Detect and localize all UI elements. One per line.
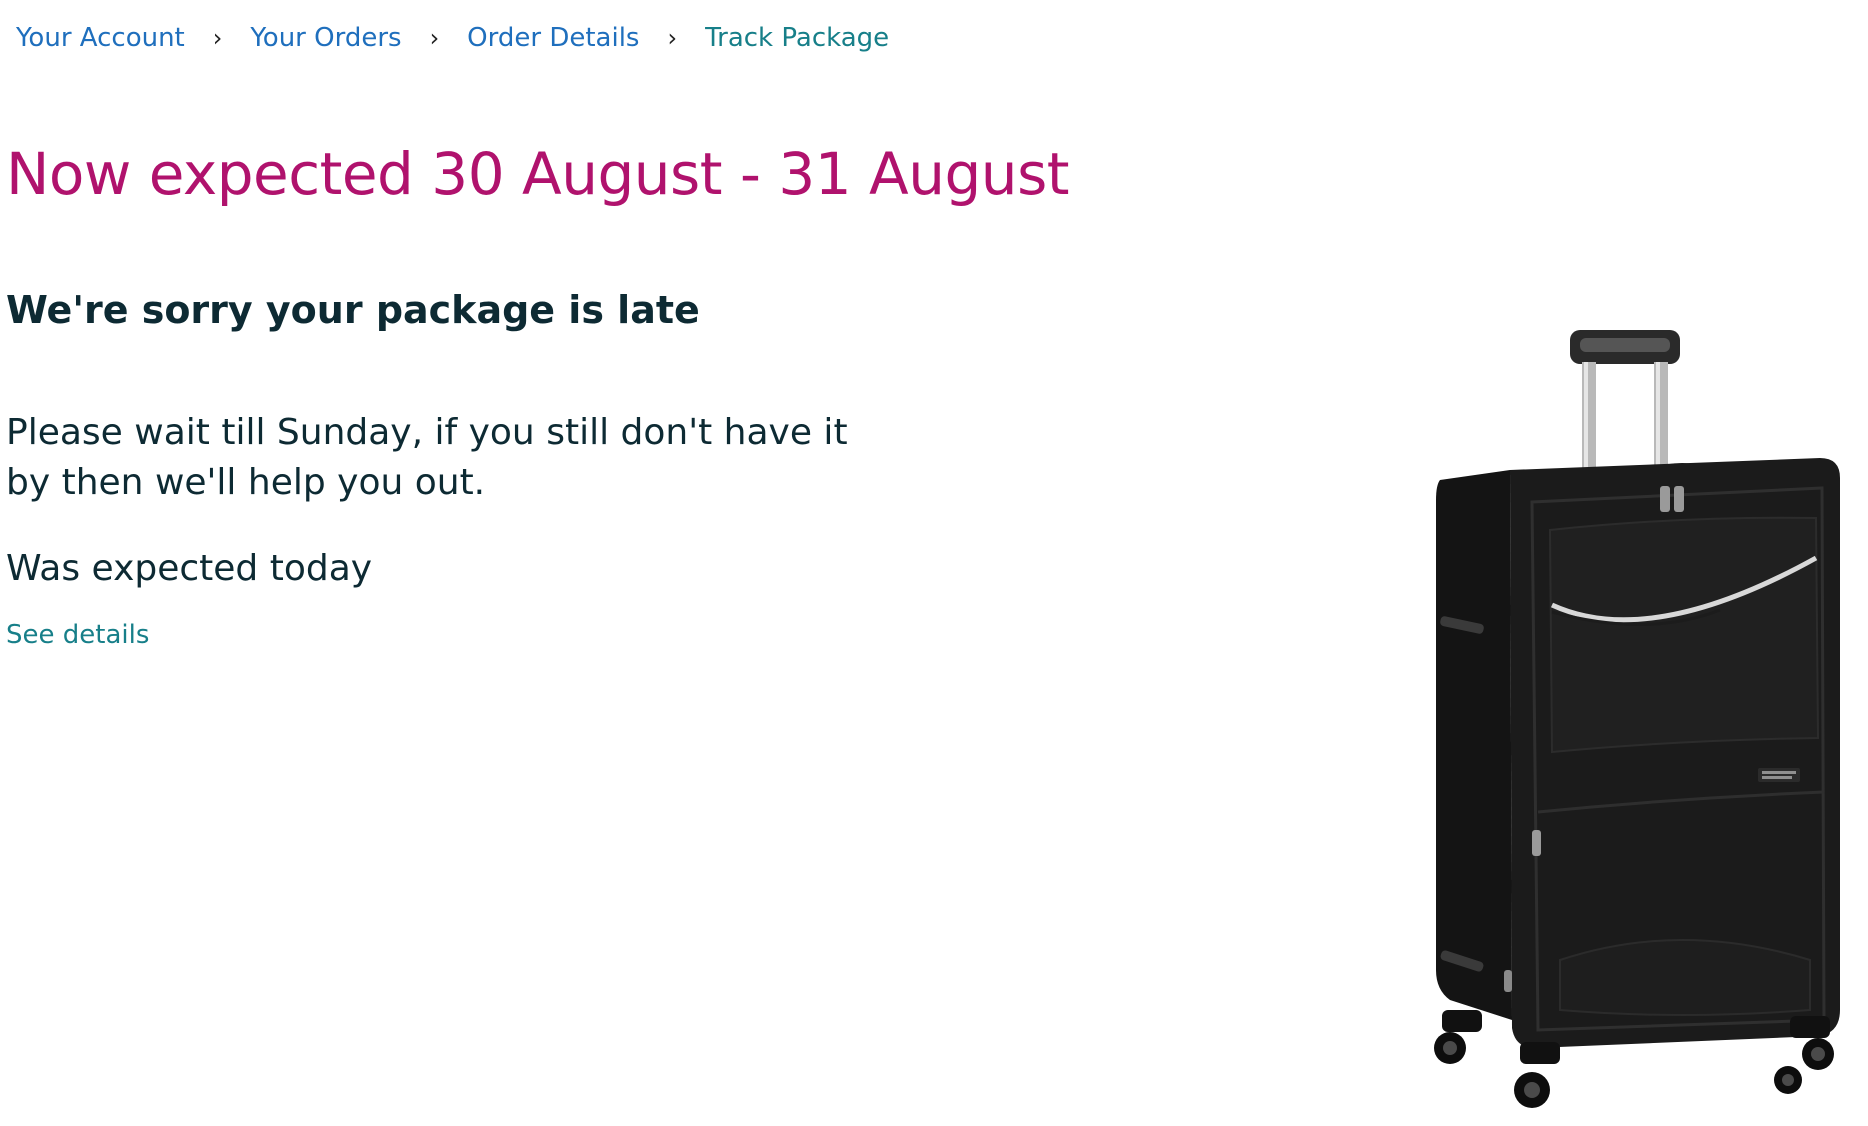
breadcrumb-track-package[interactable]: Track Package	[705, 23, 889, 53]
delivery-status-headline: Now expected 30 August - 31 August	[6, 140, 1070, 208]
breadcrumb-order-details[interactable]: Order Details	[467, 23, 639, 53]
breadcrumb-your-account[interactable]: Your Account	[16, 23, 185, 53]
breadcrumb: Your Account › Your Orders › Order Detai…	[16, 18, 889, 58]
breadcrumb-separator: ›	[429, 24, 440, 52]
apology-heading: We're sorry your package is late	[6, 288, 700, 332]
suitcase-image	[1434, 330, 1840, 1108]
breadcrumb-separator: ›	[667, 24, 678, 52]
product-image[interactable]	[1420, 320, 1860, 1120]
original-expected-date: Was expected today	[6, 548, 373, 589]
help-message: Please wait till Sunday, if you still do…	[6, 412, 848, 503]
see-details-link[interactable]: See details	[6, 620, 149, 650]
breadcrumb-separator: ›	[212, 24, 223, 52]
breadcrumb-your-orders[interactable]: Your Orders	[250, 23, 401, 53]
